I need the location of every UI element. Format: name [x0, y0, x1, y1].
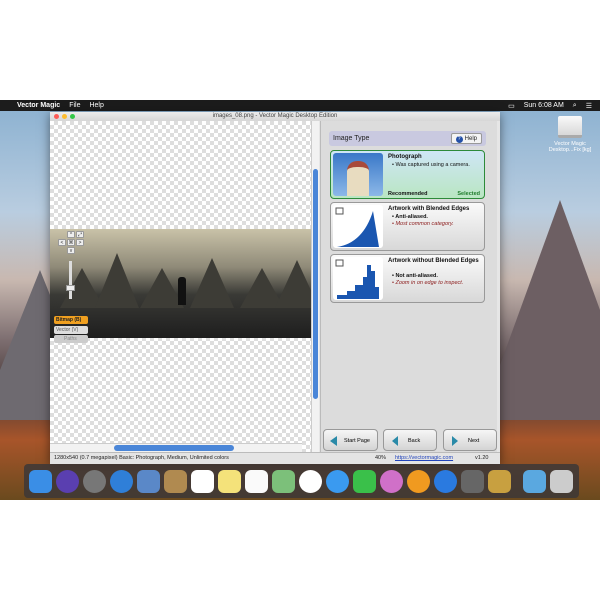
option-title: Artwork without Blended Edges: [388, 258, 479, 264]
pan-right-button[interactable]: >: [76, 239, 84, 246]
dock-downloads-icon[interactable]: Downloads: [523, 469, 546, 493]
zoom-slider[interactable]: [66, 261, 75, 299]
option-bullet: • Anti-aliased.: [392, 214, 428, 220]
dock-maps-icon[interactable]: Maps: [272, 469, 295, 493]
clock[interactable]: Sun 6:08 AM: [524, 102, 564, 110]
dock: FinderSiriLaunchpadSafariMailContactsCal…: [24, 464, 579, 498]
panel-title: Image Type: [333, 135, 370, 142]
artwork-blended-option[interactable]: Artwork with Blended Edges • Anti-aliase…: [330, 202, 485, 251]
option-bullet: • Most common category.: [392, 221, 454, 227]
option-title: Artwork with Blended Edges: [388, 206, 470, 212]
version: v1.20: [475, 455, 489, 461]
dock-notes-icon[interactable]: Notes: [218, 469, 241, 493]
blended-thumbnail: [333, 205, 383, 248]
zoom-button[interactable]: [70, 114, 75, 119]
close-button[interactable]: [54, 114, 59, 119]
dock-launchpad-icon[interactable]: Launchpad: [83, 469, 106, 493]
image-canvas[interactable]: ^ ⤢ < ⌘ > v Bitmap (B) Vector (V) Paths: [50, 121, 311, 452]
option-title: Photograph: [388, 154, 422, 160]
dock-facetime-icon[interactable]: FaceTime: [353, 469, 376, 493]
option-bullet: • Not anti-aliased.: [392, 273, 438, 279]
status-bar: 1280x540 (0.7 megapixel) Basic: Photogra…: [50, 452, 500, 464]
full-view-button[interactable]: ⤢: [76, 231, 84, 238]
dock-trash-icon[interactable]: Trash: [550, 469, 573, 493]
dock-app-store-icon[interactable]: App Store: [434, 469, 457, 493]
spotlight-icon[interactable]: ⌕: [573, 102, 577, 110]
dock-safari-icon[interactable]: Safari: [110, 469, 133, 493]
zoom-slider-knob[interactable]: [66, 285, 75, 291]
horizontal-scrollbar[interactable]: [50, 443, 302, 452]
menu-file[interactable]: File: [69, 102, 80, 109]
app-window: images_08.png - Vector Magic Desktop Edi…: [50, 112, 500, 464]
dock-finder-icon[interactable]: Finder: [29, 469, 52, 493]
dock-mail-icon[interactable]: Mail: [137, 469, 160, 493]
fit-button[interactable]: ⌘: [67, 239, 75, 246]
dock-system-preferences-icon[interactable]: System Preferences: [461, 469, 484, 493]
menu-help[interactable]: Help: [89, 102, 103, 109]
menu-app[interactable]: Vector Magic: [17, 102, 60, 109]
dock-contacts-icon[interactable]: Contacts: [164, 469, 187, 493]
vector-mode-button[interactable]: Vector (V): [54, 326, 88, 334]
dock-calendar-icon[interactable]: Calendar: [191, 469, 214, 493]
vertical-scrollbar[interactable]: [311, 121, 319, 452]
dock-siri-icon[interactable]: Siri: [56, 469, 79, 493]
help-icon: ?: [455, 136, 463, 143]
desktop-drive-icon[interactable]: Vector Magic Desktop...Fix [kg]: [548, 116, 592, 153]
dock-photos-icon[interactable]: Photos: [299, 469, 322, 493]
selected-label: Selected: [457, 191, 480, 197]
wizard-panel: Image Type ? Help Photograph • Was captur…: [320, 121, 497, 452]
dock-itunes-icon[interactable]: iTunes: [380, 469, 403, 493]
panel-header: Image Type ? Help: [329, 131, 486, 146]
figure: [178, 277, 186, 305]
back-button[interactable]: Back: [383, 429, 437, 451]
next-button[interactable]: Next: [443, 429, 497, 451]
desktop: Vector Magic File Help ▭ Sun 6:08 AM ⌕ ☰ Ve…: [0, 100, 600, 500]
artwork-without-blended-option[interactable]: Artwork without Blended Edges • Not anti…: [330, 254, 485, 303]
start-page-button[interactable]: Start Page: [323, 429, 378, 451]
help-button[interactable]: ? Help: [450, 133, 482, 144]
dock-messages-icon[interactable]: Messages: [326, 469, 349, 493]
dock-ibooks-icon[interactable]: iBooks: [407, 469, 430, 493]
progress-percent: 40%: [375, 455, 387, 461]
airplay-icon[interactable]: ▭: [508, 102, 515, 110]
option-bullet: • Zoom in on edge to inspect.: [392, 280, 464, 286]
option-bullet: • Was captured using a camera.: [392, 162, 470, 168]
dock-vector-magic-icon[interactable]: Vector Magic: [488, 469, 511, 493]
title-bar: images_08.png - Vector Magic Desktop Edi…: [50, 112, 500, 121]
menu-bar: Vector Magic File Help ▭ Sun 6:08 AM ⌕ ☰: [0, 100, 600, 111]
start-icon: [330, 436, 337, 446]
recommended-label: Recommended: [388, 191, 428, 197]
dock-reminders-icon[interactable]: Reminders: [245, 469, 268, 493]
pan-down-button[interactable]: v: [67, 247, 75, 254]
back-arrow-icon: [392, 436, 398, 446]
notification-icon[interactable]: ☰: [586, 102, 592, 110]
unblended-thumbnail: [333, 257, 383, 300]
bitmap-mode-button[interactable]: Bitmap (B): [54, 316, 88, 324]
image-info: 1280x540 (0.7 megapixel) Basic: Photogra…: [54, 455, 229, 461]
drive-label: Vector Magic Desktop...Fix [kg]: [548, 141, 592, 153]
photo-thumbnail: [333, 153, 383, 196]
website-link[interactable]: https://vectormagic.com: [395, 453, 453, 464]
minimize-button[interactable]: [62, 114, 67, 119]
pan-left-button[interactable]: <: [58, 239, 66, 246]
pan-up-button[interactable]: ^: [67, 231, 75, 238]
bitmap-image: [50, 229, 311, 338]
window-title: images_08.png - Vector Magic Desktop Edi…: [212, 113, 338, 119]
next-arrow-icon: [452, 436, 458, 446]
photograph-option[interactable]: Photograph • Was captured using a camera…: [330, 150, 485, 199]
paths-checkbox[interactable]: Paths: [54, 335, 88, 343]
